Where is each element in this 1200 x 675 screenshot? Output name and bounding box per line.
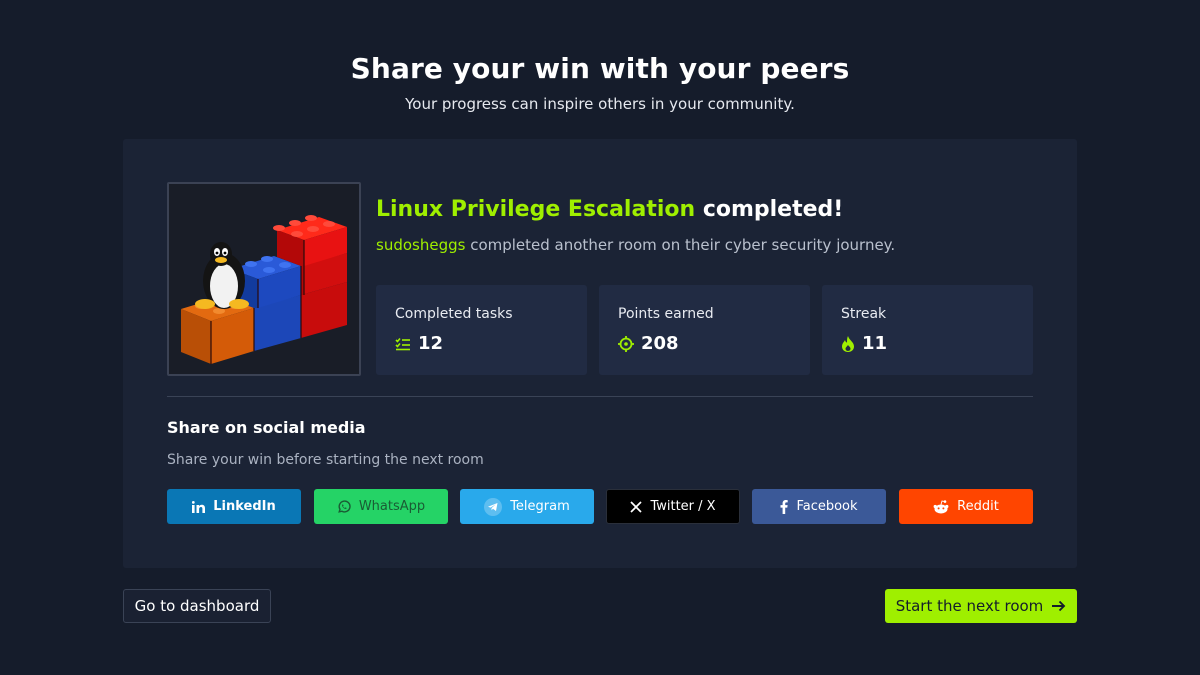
share-card: Linux Privilege Escalation completed! su…	[123, 139, 1077, 568]
whatsapp-share-button[interactable]: WhatsApp	[314, 489, 448, 524]
stat-label: Completed tasks	[395, 306, 513, 322]
stat-streak: Streak 11	[822, 285, 1033, 375]
stat-value-row: 208	[618, 333, 679, 354]
facebook-icon	[780, 499, 789, 514]
lego-blocks-with-penguin-icon	[181, 215, 347, 364]
go-to-dashboard-button[interactable]: Go to dashboard	[123, 589, 271, 623]
stat-value: 11	[862, 333, 888, 354]
stat-label: Points earned	[618, 306, 714, 322]
reddit-label: Reddit	[957, 499, 999, 514]
linkedin-label: LinkedIn	[213, 499, 276, 514]
room-image	[167, 182, 361, 376]
completion-text: completed another room on their cyber se…	[465, 236, 896, 254]
reddit-icon	[933, 499, 949, 513]
checklist-icon	[395, 337, 410, 350]
stat-value: 12	[418, 333, 444, 354]
linkedin-icon	[192, 500, 206, 513]
stat-value: 208	[641, 333, 679, 354]
whatsapp-icon	[337, 499, 351, 513]
crosshair-icon	[618, 335, 634, 352]
twitter-x-label: Twitter / X	[650, 499, 716, 514]
completion-message: sudosheggs completed another room on the…	[376, 236, 895, 254]
linkedin-share-button[interactable]: LinkedIn	[167, 489, 301, 524]
stat-value-row: 12	[395, 333, 443, 354]
stat-completed-tasks: Completed tasks 12	[376, 285, 587, 375]
username[interactable]: sudosheggs	[376, 236, 465, 254]
telegram-icon	[484, 497, 503, 516]
start-next-room-button[interactable]: Start the next room	[885, 589, 1077, 623]
twitter-x-share-button[interactable]: Twitter / X	[606, 489, 740, 524]
share-title: Share on social media	[167, 418, 366, 437]
flame-icon	[842, 335, 854, 352]
completed-text: completed!	[695, 197, 844, 222]
arrow-right-icon	[1052, 600, 1066, 612]
page-title: Share your win with your peers	[350, 52, 850, 85]
stat-points-earned: Points earned 208	[599, 285, 810, 375]
start-next-room-label: Start the next room	[895, 597, 1044, 615]
page-subtitle: Your progress can inspire others in your…	[405, 95, 795, 113]
facebook-label: Facebook	[796, 499, 858, 514]
room-title: Linux Privilege Escalation completed!	[376, 197, 843, 222]
reddit-share-button[interactable]: Reddit	[899, 489, 1033, 524]
telegram-share-button[interactable]: Telegram	[460, 489, 594, 524]
room-name[interactable]: Linux Privilege Escalation	[376, 197, 695, 222]
facebook-share-button[interactable]: Facebook	[752, 489, 886, 524]
share-subtitle: Share your win before starting the next …	[167, 452, 484, 468]
telegram-label: Telegram	[510, 499, 570, 514]
x-icon	[630, 500, 643, 513]
header: Share your win with your peers Your prog…	[0, 52, 1200, 113]
whatsapp-label: WhatsApp	[358, 499, 426, 514]
stat-label: Streak	[841, 306, 887, 322]
stat-value-row: 11	[841, 333, 887, 354]
divider	[167, 396, 1033, 397]
